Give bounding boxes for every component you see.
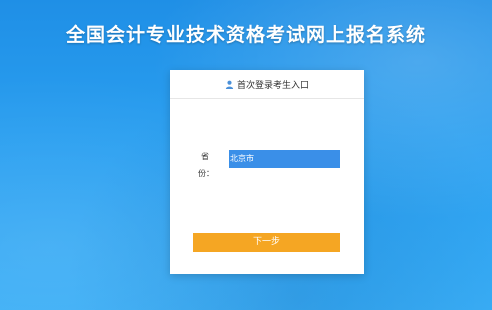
province-select[interactable]: 北京市 xyxy=(229,150,340,168)
next-button[interactable]: 下一步 xyxy=(193,233,340,252)
card-header: 首次登录考生入口 xyxy=(170,70,364,99)
province-label: 省 份： xyxy=(198,151,218,179)
province-label-line1: 省 xyxy=(201,152,209,161)
page-title: 全国会计专业技术资格考试网上报名系统 xyxy=(65,24,426,46)
province-label-line2: 份： xyxy=(198,169,214,178)
user-icon xyxy=(225,80,234,89)
card-header-title: 首次登录考生入口 xyxy=(236,80,309,91)
